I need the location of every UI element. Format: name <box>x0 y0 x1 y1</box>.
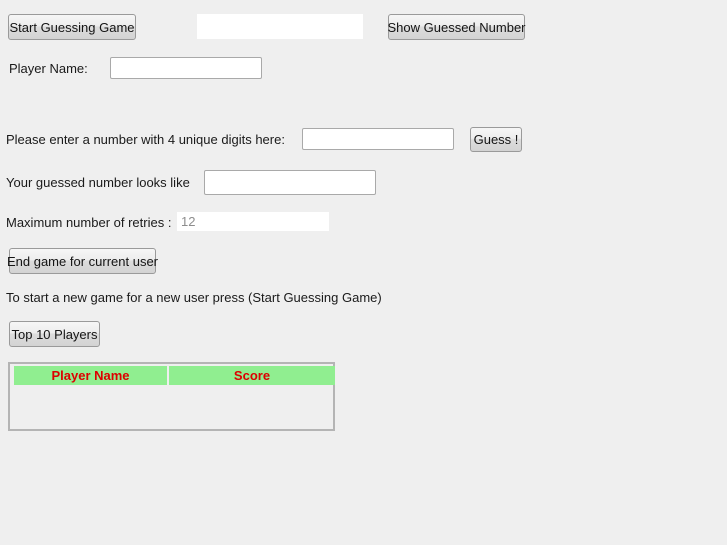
table-header-row: Player Name Score <box>14 366 335 385</box>
column-header-score: Score <box>169 366 335 385</box>
guess-number-input[interactable] <box>302 128 454 150</box>
guessed-number-display <box>197 14 363 39</box>
new-game-hint-text: To start a new game for a new user press… <box>6 290 382 305</box>
player-name-label: Player Name: <box>9 61 88 76</box>
leaderboard-body <box>14 385 335 429</box>
max-retries-input[interactable] <box>177 212 329 231</box>
show-guessed-number-button[interactable]: Show Guessed Number <box>388 14 526 40</box>
leaderboard-table: Player Name Score <box>12 366 337 429</box>
leaderboard-panel: Player Name Score <box>8 362 335 431</box>
column-header-player-name: Player Name <box>14 366 167 385</box>
guess-result-label: Your guessed number looks like <box>6 175 190 190</box>
top-10-players-button[interactable]: Top 10 Players <box>9 321 100 347</box>
max-retries-label: Maximum number of retries : <box>6 215 172 230</box>
player-name-input[interactable] <box>110 57 262 79</box>
guess-prompt-label: Please enter a number with 4 unique digi… <box>6 132 285 147</box>
leaderboard-header: Player Name Score <box>14 366 335 385</box>
end-game-button[interactable]: End game for current user <box>7 248 158 274</box>
guess-result-input[interactable] <box>204 170 376 195</box>
guess-button[interactable]: Guess ! <box>470 127 522 152</box>
start-guessing-game-button[interactable]: Start Guessing Game <box>8 14 136 40</box>
